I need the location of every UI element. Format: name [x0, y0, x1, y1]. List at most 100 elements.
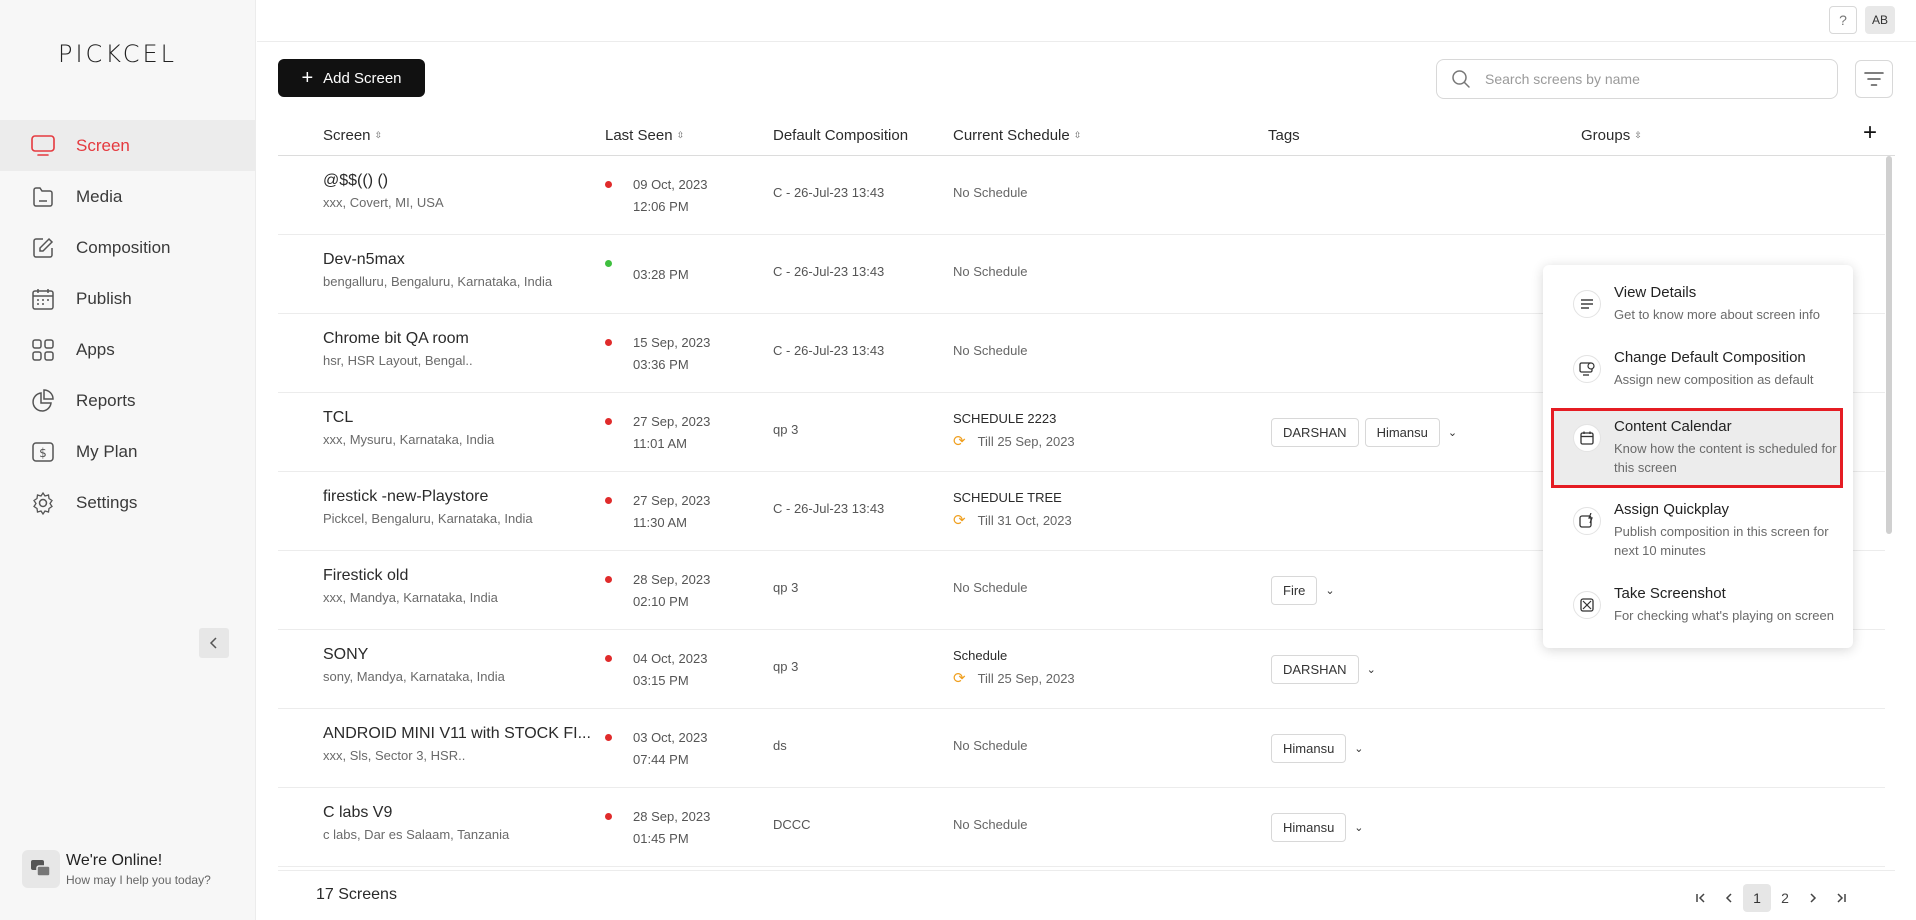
default-composition-cell: qp 3 — [773, 659, 799, 674]
column-header-screen[interactable]: Screen ⇳ — [323, 127, 382, 144]
menu-item-desc: Get to know more about screen info — [1614, 307, 1820, 322]
current-schedule-cell: No Schedule — [953, 264, 1028, 279]
pagination: 1 2 — [1687, 884, 1855, 912]
last-seen-date: 03 Oct, 2023 — [633, 730, 708, 745]
screen-name[interactable]: TCL — [323, 409, 494, 427]
tags-cell: Himansu ⌄ — [1271, 813, 1364, 842]
table-row[interactable]: ANDROID MINI V11 with STOCK FI... xxx, Sl… — [278, 709, 1885, 788]
table-footer: 17 Screens 1 2 — [278, 870, 1895, 920]
chat-widget[interactable]: We're Online! How may I help you today? — [22, 850, 211, 888]
search-box[interactable] — [1436, 59, 1838, 99]
sidebar-item-screen[interactable]: Screen — [0, 120, 256, 171]
tag-chip[interactable]: DARSHAN — [1271, 655, 1359, 684]
last-seen-cell: 09 Oct, 2023 12:06 PM — [633, 174, 707, 218]
search-input[interactable] — [1485, 71, 1805, 87]
screen-name[interactable]: SONY — [323, 646, 505, 664]
screen-name[interactable]: Dev-n5max — [323, 251, 552, 269]
sidebar-item-label: Reports — [76, 390, 136, 410]
screen-name[interactable]: @$$(() () — [323, 172, 444, 190]
sidebar-item-my-plan[interactable]: $ My Plan — [0, 426, 256, 477]
chevron-down-icon[interactable]: ⌄ — [1354, 742, 1363, 755]
tag-chip[interactable]: Fire — [1271, 576, 1318, 605]
last-page-button[interactable] — [1827, 884, 1855, 912]
menu-item-assign-quickplay[interactable]: Assign Quickplay Publish composition in … — [1551, 491, 1843, 560]
next-page-button[interactable] — [1799, 884, 1827, 912]
chevron-down-icon[interactable]: ⌄ — [1325, 584, 1334, 597]
menu-item-change-default-composition[interactable]: Change Default Composition Assign new co… — [1551, 339, 1843, 389]
table-row[interactable]: @$$(() () xxx, Covert, MI, USA 09 Oct, 202… — [278, 156, 1885, 235]
sidebar-item-media[interactable]: Media — [0, 171, 256, 222]
chevron-down-icon[interactable]: ⌄ — [1354, 821, 1363, 834]
sidebar-nav: Screen Media Composition Publish Apps Re… — [0, 120, 256, 528]
help-button[interactable]: ? — [1829, 6, 1857, 34]
chat-subtitle: How may I help you today? — [66, 872, 211, 887]
tag-chip[interactable]: Himansu — [1271, 813, 1347, 842]
user-avatar[interactable]: AB — [1865, 6, 1895, 34]
screen-name[interactable]: Firestick old — [323, 567, 498, 585]
brand-logo[interactable]: PICKCEL — [58, 40, 177, 68]
calendar-icon — [30, 286, 56, 312]
apps-grid-icon — [30, 337, 56, 363]
menu-item-view-details[interactable]: View Details Get to know more about scre… — [1551, 274, 1843, 324]
table-scrollbar[interactable] — [1886, 156, 1892, 534]
filter-button[interactable] — [1855, 60, 1893, 98]
screen-location: c labs, Dar es Salaam, Tanzania — [323, 827, 510, 842]
screen-location: Pickcel, Bengaluru, Karnataka, India — [323, 511, 533, 526]
menu-item-take-screenshot[interactable]: Take Screenshot For checking what's play… — [1551, 575, 1843, 625]
column-header-groups[interactable]: Groups ⇳ — [1581, 127, 1642, 144]
sidebar-item-apps[interactable]: Apps — [0, 324, 256, 375]
column-label: Tags — [1268, 127, 1300, 144]
default-composition-cell: ds — [773, 738, 787, 753]
screen-cell: SONY sony, Mandya, Karnataka, India — [323, 646, 505, 684]
last-seen-date: 28 Sep, 2023 — [633, 809, 711, 824]
first-page-button[interactable] — [1687, 884, 1715, 912]
tag-chip[interactable]: Himansu — [1271, 734, 1347, 763]
last-seen-cell: 03 Oct, 2023 07:44 PM — [633, 727, 707, 771]
screen-name[interactable]: firestick -new-Playstore — [323, 488, 533, 506]
sidebar-item-composition[interactable]: Composition — [0, 222, 256, 273]
schedule-name[interactable]: SCHEDULE 2223 — [953, 411, 1075, 426]
sidebar-item-reports[interactable]: Reports — [0, 375, 256, 426]
last-seen-cell: 28 Sep, 2023 02:10 PM — [633, 569, 710, 613]
tag-chip[interactable]: DARSHAN — [1271, 418, 1359, 447]
chevron-down-icon[interactable]: ⌄ — [1367, 663, 1376, 676]
column-header-last-seen[interactable]: Last Seen ⇳ — [605, 127, 684, 144]
sidebar-item-settings[interactable]: Settings — [0, 477, 256, 528]
recurring-icon: ⟳ — [953, 670, 966, 687]
chevron-right-icon — [1810, 893, 1817, 903]
sort-icon: ⇳ — [374, 130, 383, 140]
chevron-down-icon[interactable]: ⌄ — [1448, 426, 1457, 439]
add-column-button[interactable]: + — [1863, 119, 1877, 147]
screen-name[interactable]: Chrome bit QA room — [323, 330, 473, 348]
last-seen-cell: 15 Sep, 2023 03:36 PM — [633, 332, 710, 376]
screen-location: xxx, Covert, MI, USA — [323, 195, 444, 210]
plus-icon: + — [301, 67, 314, 89]
screen-name[interactable]: C labs V9 — [323, 804, 509, 822]
sidebar-item-label: Settings — [76, 492, 138, 512]
schedule-name[interactable]: SCHEDULE TREE — [953, 490, 1072, 505]
status-dot — [605, 260, 612, 267]
column-label: Current Schedule — [953, 127, 1070, 144]
screen-cell: firestick -new-Playstore Pickcel, Bengalu… — [323, 488, 533, 526]
chat-bubble-icon — [22, 850, 60, 888]
prev-page-button[interactable] — [1715, 884, 1743, 912]
chevron-left-icon — [1725, 893, 1732, 903]
page-1-button[interactable]: 1 — [1743, 884, 1771, 912]
screen-location: bengalluru, Bengaluru, Karnataka, India — [323, 274, 553, 289]
tag-chip[interactable]: Himansu — [1364, 418, 1440, 447]
sidebar-item-publish[interactable]: Publish — [0, 273, 256, 324]
monitor-icon — [30, 133, 56, 159]
menu-item-content-calendar[interactable]: Content Calendar Know how the content is… — [1551, 408, 1843, 488]
collapse-sidebar-button[interactable] — [199, 628, 229, 658]
filter-icon — [1864, 72, 1884, 86]
schedule-name[interactable]: Schedule — [953, 648, 1075, 663]
table-row[interactable]: C labs V9 c labs, Dar es Salaam, Tanzania… — [278, 788, 1885, 867]
column-header-current-schedule[interactable]: Current Schedule ⇳ — [953, 127, 1081, 144]
add-screen-button[interactable]: + Add Screen — [278, 59, 425, 97]
page-2-button[interactable]: 2 — [1771, 884, 1799, 912]
sort-icon: ⇳ — [1073, 130, 1082, 140]
status-dot — [605, 339, 612, 346]
screen-name[interactable]: ANDROID MINI V11 with STOCK FI... — [323, 725, 591, 743]
menu-item-desc: For checking what's playing on screen — [1614, 608, 1834, 623]
current-schedule-cell: No Schedule — [953, 185, 1028, 200]
